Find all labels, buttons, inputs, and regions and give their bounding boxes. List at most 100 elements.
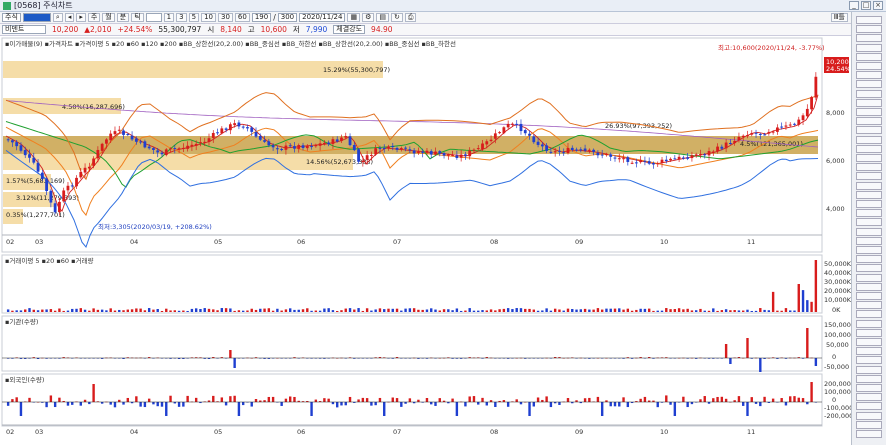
period-month[interactable]: 월: [102, 13, 115, 22]
tool-button[interactable]: [856, 356, 882, 365]
search-icon[interactable]: ⌕: [52, 13, 63, 22]
close-button[interactable]: ×: [873, 1, 883, 10]
maximize-button[interactable]: □: [861, 1, 871, 10]
candle-body: [382, 147, 386, 149]
minute-30[interactable]: 30: [217, 13, 233, 22]
print-icon[interactable]: ⎙: [404, 13, 417, 22]
tool-button[interactable]: [856, 310, 882, 319]
tool-button[interactable]: [856, 52, 882, 61]
tool-button[interactable]: [856, 430, 882, 438]
tool-button[interactable]: [856, 384, 882, 392]
count-input[interactable]: 190: [251, 13, 272, 22]
tool-button[interactable]: [856, 411, 882, 420]
prev-icon[interactable]: ◂: [64, 13, 75, 22]
market-select[interactable]: 주식: [2, 13, 21, 22]
foreign-bar: [323, 398, 326, 402]
tool-button[interactable]: [856, 98, 882, 107]
tool-button[interactable]: [856, 163, 882, 172]
tool-button[interactable]: [856, 108, 882, 116]
tool-button[interactable]: [856, 25, 882, 34]
minimize-button[interactable]: _: [849, 1, 859, 10]
calendar-icon[interactable]: ▦: [347, 13, 361, 22]
max-count-input[interactable]: 300: [277, 13, 298, 22]
tool-button[interactable]: [856, 154, 882, 162]
tool-button[interactable]: [856, 227, 882, 236]
foreign-bar: [391, 397, 394, 402]
tool-button[interactable]: [856, 273, 882, 282]
tool-button[interactable]: [856, 292, 882, 300]
period-week[interactable]: 주: [87, 13, 101, 22]
refresh-icon[interactable]: ↻: [391, 13, 403, 22]
minute-10[interactable]: 10: [201, 13, 216, 22]
tool-button[interactable]: [856, 374, 882, 383]
volume-bar: [100, 309, 104, 312]
tool-button[interactable]: [856, 16, 882, 24]
period-minute[interactable]: 분: [116, 13, 130, 22]
settings-icon[interactable]: ⚙: [362, 13, 375, 22]
tool-button[interactable]: [856, 282, 882, 291]
foreign-bar: [327, 398, 330, 402]
chart-area[interactable]: 15.29%(55,300,797) 4.50%(16,287,696) 26.…: [0, 36, 853, 445]
foreign-bar: [528, 402, 531, 416]
tool-button[interactable]: [856, 347, 882, 356]
tool-button[interactable]: [856, 181, 882, 190]
minute-1[interactable]: 1: [163, 13, 175, 22]
stock-code-input[interactable]: [22, 13, 51, 22]
volume-bar: [336, 310, 339, 312]
inst-ytick: 50,000: [826, 341, 849, 349]
tool-button[interactable]: [856, 328, 882, 337]
inst-ytick: -50,000: [824, 363, 849, 371]
tool-button[interactable]: [856, 190, 882, 199]
tool-button[interactable]: [856, 80, 882, 89]
tool-button[interactable]: [856, 135, 882, 144]
layout-icon[interactable]: ▤: [376, 13, 389, 22]
minute-3[interactable]: 3: [176, 13, 187, 22]
chart-svg[interactable]: 15.29%(55,300,797) 4.50%(16,287,696) 26.…: [0, 36, 853, 445]
tool-button[interactable]: [856, 89, 882, 98]
foreign-bar: [801, 398, 805, 402]
volume-bar: [348, 308, 352, 312]
tool-button[interactable]: [856, 393, 882, 402]
tool-button[interactable]: [856, 255, 882, 264]
tool-button[interactable]: [856, 301, 882, 310]
minute-5[interactable]: 5: [188, 13, 200, 22]
tool-button[interactable]: [856, 172, 882, 181]
tool-button[interactable]: [856, 420, 882, 429]
tool-button[interactable]: [856, 236, 882, 245]
tool-button[interactable]: [856, 246, 882, 254]
tool-button[interactable]: [856, 319, 882, 328]
vp-band: [3, 154, 353, 170]
volume-bar: [545, 308, 548, 312]
tool-button[interactable]: [856, 264, 882, 273]
period-tick[interactable]: 틱: [131, 13, 144, 22]
tool-button[interactable]: [856, 126, 882, 135]
tool-button[interactable]: [856, 71, 882, 80]
minute-60[interactable]: 60: [234, 13, 250, 22]
tool-button[interactable]: [856, 144, 882, 153]
tool-button[interactable]: [856, 43, 882, 52]
tool-button[interactable]: [856, 402, 882, 411]
tool-button[interactable]: [856, 338, 882, 346]
inst-bar: [729, 358, 732, 364]
tool-button[interactable]: [856, 218, 882, 227]
candle-body: [566, 147, 570, 154]
for-ytick: 200,000: [824, 380, 851, 388]
candle-body: [511, 123, 514, 125]
for-ytick: -200,000: [824, 412, 851, 420]
inst-panel-frame: [1, 315, 823, 372]
volume-bar: [438, 310, 441, 312]
tool-button[interactable]: [856, 62, 882, 70]
tool-button[interactable]: [856, 365, 882, 374]
tool-button[interactable]: [856, 34, 882, 43]
foreign-bar: [11, 399, 14, 402]
next-icon[interactable]: ▸: [76, 13, 86, 22]
tool-button[interactable]: [856, 200, 882, 208]
interval-input[interactable]: [145, 13, 162, 22]
date-input[interactable]: 2020/11/24: [299, 13, 346, 22]
volume-bar: [370, 310, 373, 312]
tool-button[interactable]: [856, 117, 882, 126]
frame-button[interactable]: Ⅲ틀: [830, 13, 848, 22]
volume-bar: [549, 310, 553, 312]
strength-label: 체결강도: [333, 25, 366, 34]
tool-button[interactable]: [856, 209, 882, 218]
